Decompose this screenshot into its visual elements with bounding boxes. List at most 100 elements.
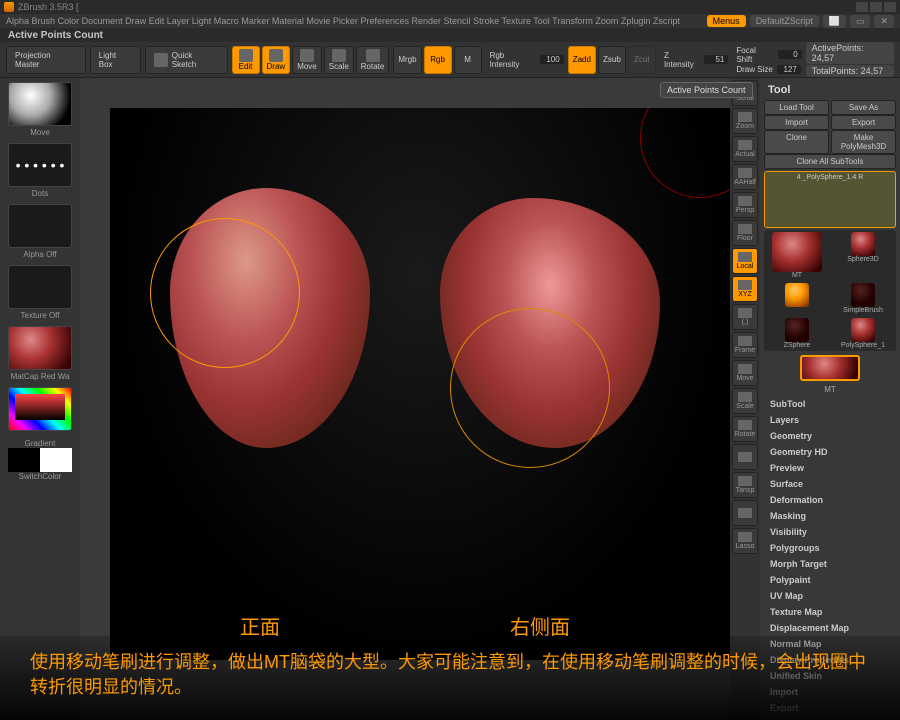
tool-btn-make-polymesh3d[interactable]: Make PolyMesh3D <box>831 130 896 154</box>
move-button[interactable]: Move <box>292 46 322 74</box>
tool-btn-save-as[interactable]: Save As <box>831 100 896 115</box>
tool-item-mt[interactable]: MT <box>766 232 828 279</box>
maximize-icon[interactable] <box>870 2 882 12</box>
dock-move[interactable]: Move <box>732 360 758 386</box>
menu-movie[interactable]: Movie <box>306 16 330 26</box>
gradient-label[interactable]: Gradient <box>25 439 56 448</box>
menu-edit[interactable]: Edit <box>149 16 165 26</box>
menu-marker[interactable]: Marker <box>241 16 269 26</box>
dock-aahalf[interactable]: AAHalf <box>732 164 758 190</box>
dock-floor[interactable]: Floor <box>732 220 758 246</box>
scale-button[interactable]: Scale <box>324 46 354 74</box>
dock-tansp[interactable]: Tansp <box>732 472 758 498</box>
tool-item-polysphere_1[interactable]: PolySphere_1 <box>832 318 894 349</box>
section-geometry[interactable]: Geometry <box>764 428 896 444</box>
menu-zplugin[interactable]: Zplugin <box>621 16 651 26</box>
tool-item-sphere3d[interactable]: Sphere3D <box>832 232 894 279</box>
section-surface[interactable]: Surface <box>764 476 896 492</box>
stroke-thumb[interactable] <box>8 143 72 187</box>
tool-btn-export[interactable]: Export <box>831 115 896 130</box>
tool-item-simplebrush[interactable]: SimpleBrush <box>832 283 894 314</box>
tool-selected[interactable] <box>800 355 860 381</box>
dock-lasso[interactable]: Lasso <box>732 528 758 554</box>
section-uv-map[interactable]: UV Map <box>764 588 896 604</box>
draw-size-value[interactable]: 127 <box>777 65 801 74</box>
menu-draw[interactable]: Draw <box>125 16 146 26</box>
menu-brush[interactable]: Brush <box>32 16 56 26</box>
section-preview[interactable]: Preview <box>764 460 896 476</box>
alpha-thumb[interactable] <box>8 204 72 248</box>
dock-btn-13[interactable] <box>732 444 758 470</box>
window-opt-3[interactable]: ✕ <box>874 15 894 28</box>
dock-local[interactable]: Local <box>732 248 758 274</box>
menu-macro[interactable]: Macro <box>214 16 239 26</box>
zcut-button[interactable]: Zcut <box>628 46 656 74</box>
dock-(,)[interactable]: (,) <box>732 304 758 330</box>
dock-frame[interactable]: Frame <box>732 332 758 358</box>
section-geometry-hd[interactable]: Geometry HD <box>764 444 896 460</box>
dock-xyz[interactable]: XYZ <box>732 276 758 302</box>
menu-color[interactable]: Color <box>58 16 80 26</box>
dock-persp[interactable]: Persp <box>732 192 758 218</box>
z-intensity-value[interactable]: 51 <box>704 55 728 64</box>
section-polypaint[interactable]: Polypaint <box>764 572 896 588</box>
brush-thumb[interactable] <box>8 82 72 126</box>
dock-rotate[interactable]: Rotate <box>732 416 758 442</box>
menu-render[interactable]: Render <box>412 16 442 26</box>
menu-transform[interactable]: Transform <box>552 16 593 26</box>
tool-item-zsphere[interactable]: ZSphere <box>766 318 828 349</box>
tool-slider[interactable]: 4 _PolySphere_1.4 R <box>764 171 896 228</box>
zadd-button[interactable]: Zadd <box>568 46 596 74</box>
window-opt-1[interactable]: ⬜ <box>823 15 846 28</box>
mrgb-button[interactable]: Mrgb <box>393 46 421 74</box>
quicksketch-button[interactable]: Quick Sketch <box>145 46 228 74</box>
tool-btn-load-tool[interactable]: Load Tool <box>764 100 829 115</box>
switch-color[interactable] <box>8 448 72 472</box>
tool-btn-clone-all-subtools[interactable]: Clone All SubTools <box>764 154 896 169</box>
menu-material[interactable]: Material <box>272 16 304 26</box>
menu-picker[interactable]: Picker <box>333 16 358 26</box>
dock-actual[interactable]: Actual <box>732 136 758 162</box>
rotate-button[interactable]: Rotate <box>356 46 390 74</box>
rgb-intensity-value[interactable]: 100 <box>540 55 564 64</box>
material-thumb[interactable] <box>8 326 72 370</box>
section-subtool[interactable]: SubTool <box>764 396 896 412</box>
viewport[interactable]: 正面 右侧面 <box>110 108 730 660</box>
section-layers[interactable]: Layers <box>764 412 896 428</box>
menu-zscript[interactable]: Zscript <box>653 16 680 26</box>
lightbox-button[interactable]: Light Box <box>90 46 141 74</box>
menu-zoom[interactable]: Zoom <box>595 16 618 26</box>
section-visibility[interactable]: Visibility <box>764 524 896 540</box>
projection-master-button[interactable]: Projection Master <box>6 46 86 74</box>
m-button[interactable]: M <box>454 46 482 74</box>
dock-zoom[interactable]: Zoom <box>732 108 758 134</box>
draw-button[interactable]: Draw <box>262 46 291 74</box>
zsub-button[interactable]: Zsub <box>598 46 626 74</box>
menu-layer[interactable]: Layer <box>167 16 190 26</box>
tool-btn-import[interactable]: Import <box>764 115 829 130</box>
rgb-button[interactable]: Rgb <box>424 46 452 74</box>
tool-item-blank-2[interactable] <box>766 283 828 314</box>
close-icon[interactable] <box>884 2 896 12</box>
menu-stencil[interactable]: Stencil <box>444 16 471 26</box>
menu-light[interactable]: Light <box>192 16 212 26</box>
dock-btn-15[interactable] <box>732 500 758 526</box>
focal-shift-value[interactable]: 0 <box>778 50 802 59</box>
edit-button[interactable]: Edit <box>232 46 260 74</box>
menu-tool[interactable]: Tool <box>533 16 550 26</box>
section-polygroups[interactable]: Polygroups <box>764 540 896 556</box>
tool-btn-clone[interactable]: Clone <box>764 130 829 154</box>
menu-preferences[interactable]: Preferences <box>360 16 409 26</box>
section-displacement-map[interactable]: Displacement Map <box>764 620 896 636</box>
section-morph-target[interactable]: Morph Target <box>764 556 896 572</box>
section-texture-map[interactable]: Texture Map <box>764 604 896 620</box>
dock-scale[interactable]: Scale <box>732 388 758 414</box>
menu-alpha[interactable]: Alpha <box>6 16 29 26</box>
menu-texture[interactable]: Texture <box>501 16 531 26</box>
menu-stroke[interactable]: Stroke <box>473 16 499 26</box>
menu-document[interactable]: Document <box>82 16 123 26</box>
menus-pill[interactable]: Menus <box>707 15 746 27</box>
section-deformation[interactable]: Deformation <box>764 492 896 508</box>
section-masking[interactable]: Masking <box>764 508 896 524</box>
window-opt-2[interactable]: ▭ <box>850 15 871 28</box>
